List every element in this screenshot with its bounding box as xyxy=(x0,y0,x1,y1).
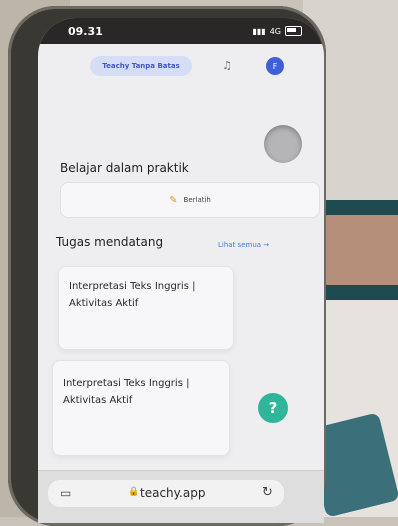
practice-button[interactable]: ✎ Berlatih xyxy=(60,182,320,218)
see-all-link[interactable]: Lihat semua → xyxy=(218,241,269,249)
tabs-icon[interactable]: ▭ xyxy=(60,486,71,500)
network-type: 4G xyxy=(269,26,281,36)
url-field[interactable]: ▭ 🔒 teachy.app ↻ xyxy=(48,480,284,507)
task-card[interactable]: Interpretasi Teks Inggris | Aktivitas Ak… xyxy=(52,360,230,456)
task-title: Interpretasi Teks Inggris | Aktivitas Ak… xyxy=(69,281,196,309)
status-bar: 09.31 ▮▮▮ 4G xyxy=(38,18,324,44)
reload-icon[interactable]: ↻ xyxy=(262,485,273,500)
lock-icon: 🔒 xyxy=(128,487,140,497)
plan-badge[interactable]: Teachy Tanpa Batas xyxy=(90,56,192,76)
practice-section-title: Belajar dalam praktik xyxy=(60,161,189,175)
phone-screen: 09.31 ▮▮▮ 4G Teachy Tanpa Batas ♫ F Bela… xyxy=(38,18,324,523)
status-icons: ▮▮▮ 4G xyxy=(252,26,302,36)
signal-icon: ▮▮▮ xyxy=(252,26,266,36)
bell-icon[interactable]: ♫ xyxy=(220,59,234,73)
tasks-title: Tugas mendatang xyxy=(56,235,164,249)
floating-avatar-bubble[interactable] xyxy=(264,125,302,163)
browser-url-bar: ▭ 🔒 teachy.app ↻ xyxy=(38,470,324,523)
help-button[interactable]: ? xyxy=(258,393,288,423)
url-text: teachy.app xyxy=(140,486,206,500)
user-avatar[interactable]: F xyxy=(266,57,284,75)
practice-button-label: Berlatih xyxy=(183,196,211,204)
status-time: 09.31 xyxy=(68,24,103,38)
phone-frame: 09.31 ▮▮▮ 4G Teachy Tanpa Batas ♫ F Bela… xyxy=(8,6,326,526)
pencil-icon: ✎ xyxy=(169,194,178,206)
task-card[interactable]: Interpretasi Teks Inggris | Aktivitas Ak… xyxy=(58,266,234,350)
battery-icon xyxy=(285,26,302,36)
app-header: Teachy Tanpa Batas ♫ F xyxy=(38,46,324,86)
task-title: Interpretasi Teks Inggris | Aktivitas Ak… xyxy=(63,378,190,406)
